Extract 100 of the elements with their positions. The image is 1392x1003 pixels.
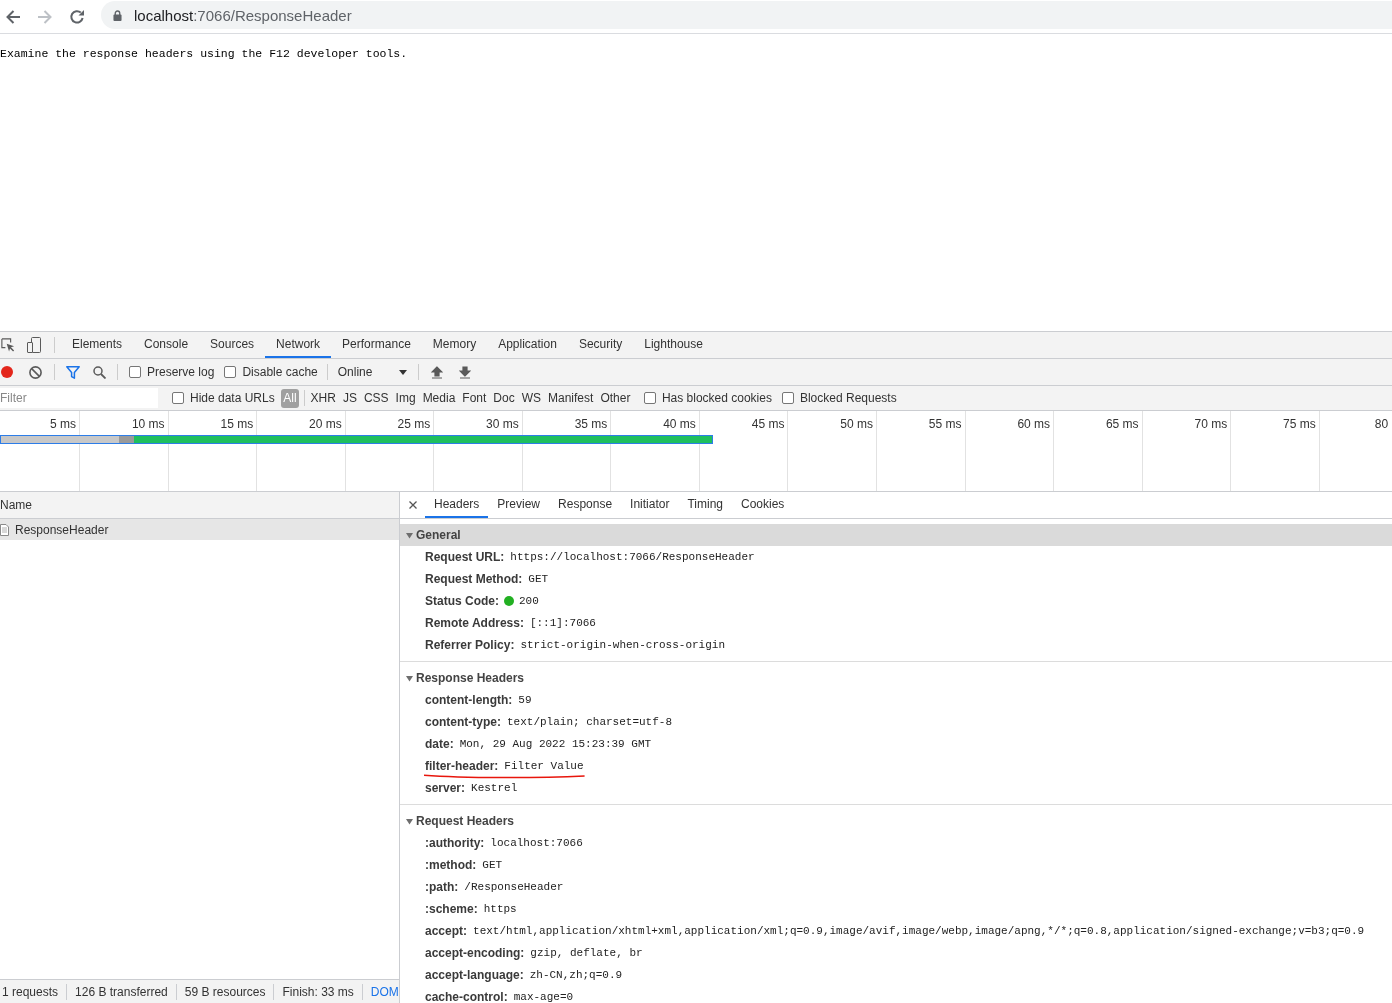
address-bar[interactable]: localhost:7066/ResponseHeader (101, 1, 1392, 29)
type-filter[interactable]: Img (393, 388, 418, 408)
header-value: max-age=0 (513, 991, 574, 1003)
back-arrow-icon[interactable] (5, 8, 21, 25)
tick-label: 60 ms (1017, 417, 1051, 431)
throttling-select[interactable]: Online (337, 365, 408, 379)
header-name: Request Method: (425, 572, 523, 586)
type-filter[interactable]: Media (420, 388, 458, 408)
header-name: :scheme: (425, 902, 478, 916)
header-name: :authority: (425, 836, 485, 850)
detail-tab[interactable]: Headers (425, 492, 489, 518)
header-name: accept-language: (425, 968, 524, 982)
column-header[interactable]: Name (0, 492, 399, 519)
inspect-element-icon[interactable] (1, 338, 15, 352)
type-filter[interactable]: Other (598, 388, 633, 408)
lock-icon (113, 9, 122, 21)
devtools-tab[interactable]: Memory (421, 332, 488, 358)
tick-label: 55 ms (928, 417, 962, 431)
download-icon[interactable] (459, 365, 472, 379)
header-value: https://localhost:7066/ResponseHeader (510, 551, 755, 563)
section-header[interactable]: General (400, 524, 1392, 546)
caret-icon (399, 369, 408, 375)
search-icon[interactable] (93, 365, 106, 379)
tick-label: 45 ms (751, 417, 785, 431)
checkbox-icon[interactable] (643, 392, 656, 404)
header-name: server: (425, 781, 466, 795)
header-value: strict-origin-when-cross-origin (520, 639, 725, 651)
tick-label: 70 ms (1194, 417, 1228, 431)
request-row[interactable]: ResponseHeader (0, 519, 399, 540)
type-filter[interactable]: Doc (491, 388, 517, 408)
status-text: Finish: 33 ms (274, 983, 363, 1000)
expanded-triangle-icon (406, 674, 413, 682)
type-filter[interactable]: WS (519, 388, 543, 408)
devtools-tab[interactable]: Lighthouse (633, 332, 714, 358)
detail-tab[interactable]: Preview (488, 492, 550, 518)
header-value: gzip, deflate, br (530, 947, 643, 959)
checkbox-icon[interactable] (129, 366, 141, 378)
header-value: zh-CN,zh;q=0.9 (529, 969, 623, 981)
checkbox[interactable]: Hide data URLs (172, 391, 275, 405)
detail-tab[interactable]: Timing (678, 492, 732, 518)
devtools-tab[interactable]: Application (487, 332, 568, 358)
clear-icon[interactable] (29, 365, 42, 379)
type-filter[interactable]: Font (460, 388, 489, 408)
tick-label: 5 ms (50, 417, 77, 431)
page-text: Examine the response headers using the F12 developer tools. (0, 47, 409, 61)
tick-label: 20 ms (309, 417, 342, 431)
type-filter[interactable]: JS (340, 388, 359, 408)
type-filter[interactable]: XHR (308, 388, 338, 408)
status-text: 126 B transferred (67, 983, 177, 1000)
devtools-tab[interactable]: Elements (61, 332, 134, 358)
filter-icon[interactable] (66, 365, 80, 379)
header-value: 59 (518, 694, 532, 706)
tick-label: 50 ms (840, 417, 873, 431)
checkbox-icon[interactable] (172, 392, 184, 404)
header-name: content-type: (425, 715, 501, 729)
devtools-tab[interactable]: Sources (199, 332, 266, 358)
header-name: Request URL: (425, 550, 505, 564)
checkbox[interactable]: Blocked Requests (781, 391, 897, 405)
type-filter[interactable]: CSS (361, 388, 391, 408)
detail-tab[interactable]: Response (549, 492, 622, 518)
status-dot-icon (504, 596, 514, 606)
tick-label: 10 ms (131, 417, 165, 431)
close-icon[interactable] (409, 501, 417, 509)
section-header[interactable]: Response Headers (400, 667, 1392, 689)
devtools-tab[interactable]: Security (567, 332, 634, 358)
status-text: 1 requests (0, 983, 68, 1000)
header-name: :path: (425, 880, 459, 894)
devtools-tab[interactable]: Console (133, 332, 200, 358)
reload-icon[interactable] (69, 8, 85, 25)
record-icon[interactable] (1, 366, 13, 378)
checkbox[interactable]: Preserve log (129, 365, 215, 379)
header-name: Status Code: (425, 594, 499, 608)
device-toolbar-icon[interactable] (27, 337, 41, 353)
tick-label: 25 ms (397, 417, 431, 431)
tick-label: 40 ms (663, 417, 696, 431)
header-name: :method: (425, 858, 477, 872)
checkbox-icon[interactable] (781, 392, 794, 404)
expanded-triangle-icon (406, 531, 413, 539)
tick-label: 75 ms (1283, 417, 1316, 431)
devtools-tab[interactable]: Performance (331, 332, 422, 358)
header-name: Remote Address: (425, 616, 524, 630)
type-filter[interactable]: Manifest (546, 388, 596, 408)
tick-label: 30 ms (486, 417, 519, 431)
upload-icon[interactable] (431, 365, 444, 379)
header-value: 200 (519, 595, 539, 607)
header-value: Filter Value (504, 760, 584, 772)
detail-tab[interactable]: Cookies (732, 492, 794, 518)
checkbox[interactable]: Disable cache (224, 365, 318, 379)
tick-label: 35 ms (574, 417, 608, 431)
status-link[interactable]: DOM (362, 983, 399, 1000)
detail-tab[interactable]: Initiator (621, 492, 679, 518)
filter-field[interactable]: Filter (0, 388, 158, 408)
header-name: accept: (425, 924, 468, 938)
section-header[interactable]: Request Headers (400, 810, 1392, 832)
header-value: Mon, 29 Aug 2022 15:23:39 GMT (459, 738, 652, 750)
checkbox-icon[interactable] (224, 366, 237, 378)
header-value: GET (528, 573, 549, 585)
checkbox[interactable]: Has blocked cookies (643, 391, 772, 405)
url-text: localhost:7066/ResponseHeader (134, 6, 352, 24)
header-value: text/plain; charset=utf-8 (507, 716, 673, 728)
